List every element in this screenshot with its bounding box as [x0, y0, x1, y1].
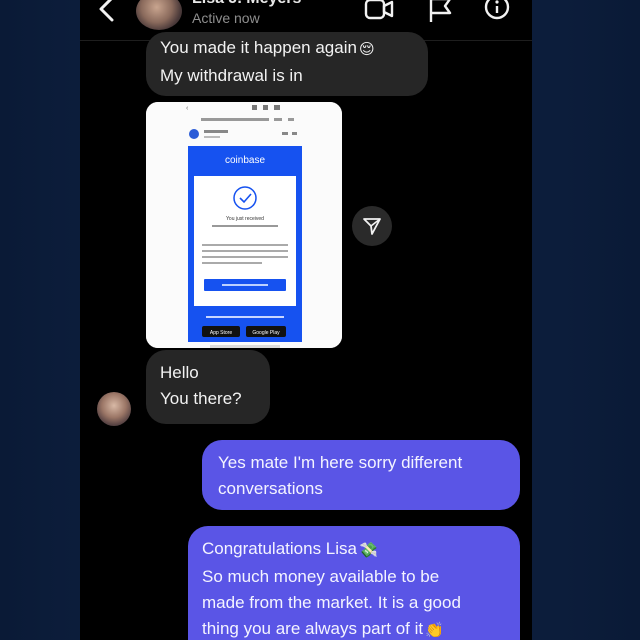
google-play-badge: Google Play — [252, 330, 280, 336]
message-line: made from the market. It is a good — [202, 593, 461, 612]
relieved-face-emoji: 😌 — [358, 41, 375, 58]
chat-screen: Lisa J. Meyers Active now You made it ha… — [80, 0, 532, 640]
message-line: thing you are always part of it 👏 — [202, 616, 506, 640]
info-icon[interactable] — [482, 0, 512, 22]
flag-icon[interactable] — [426, 0, 456, 22]
back-icon[interactable] — [96, 0, 118, 24]
received-heading: You just received — [226, 216, 264, 222]
message-line: You made it happen again 😌 — [160, 35, 414, 63]
send-icon — [363, 218, 381, 235]
message-line: So much money available to be — [202, 567, 440, 586]
message-line: You there? — [160, 389, 242, 408]
coinbase-logo: coinbase — [225, 155, 265, 166]
video-call-icon[interactable] — [364, 0, 394, 22]
money-with-wings-emoji: 💸 — [358, 542, 378, 559]
app-store-badge: App Store — [210, 330, 232, 336]
coinbase-email-screenshot: ‹ coinbase You just received App Store G… — [146, 102, 342, 348]
clapping-hands-emoji: 👏 — [425, 622, 444, 639]
message-line: Hello — [160, 363, 199, 382]
message-bubble-incoming[interactable]: You made it happen again 😌 My withdrawal … — [146, 32, 428, 96]
sender-avatar[interactable] — [97, 392, 131, 426]
message-line: conversations — [218, 479, 323, 498]
message-bubble-outgoing[interactable]: Congratulations Lisa 💸 So much money avai… — [188, 526, 520, 640]
message-line: Congratulations Lisa 💸 — [202, 536, 506, 564]
image-attachment[interactable]: ‹ coinbase You just received App Store G… — [146, 102, 342, 348]
message-bubble-incoming[interactable]: Hello You there? — [146, 350, 270, 424]
message-bubble-outgoing[interactable]: Yes mate I'm here sorry different conver… — [202, 440, 520, 510]
avatar[interactable] — [136, 0, 182, 30]
message-line: Yes mate I'm here sorry different — [218, 453, 463, 472]
message-line: My withdrawal is in — [160, 66, 303, 85]
share-image-button[interactable] — [352, 206, 392, 246]
contact-name[interactable]: Lisa J. Meyers — [192, 0, 301, 8]
active-status: Active now — [192, 10, 260, 26]
screenshot-frame: Lisa J. Meyers Active now You made it ha… — [0, 0, 640, 640]
